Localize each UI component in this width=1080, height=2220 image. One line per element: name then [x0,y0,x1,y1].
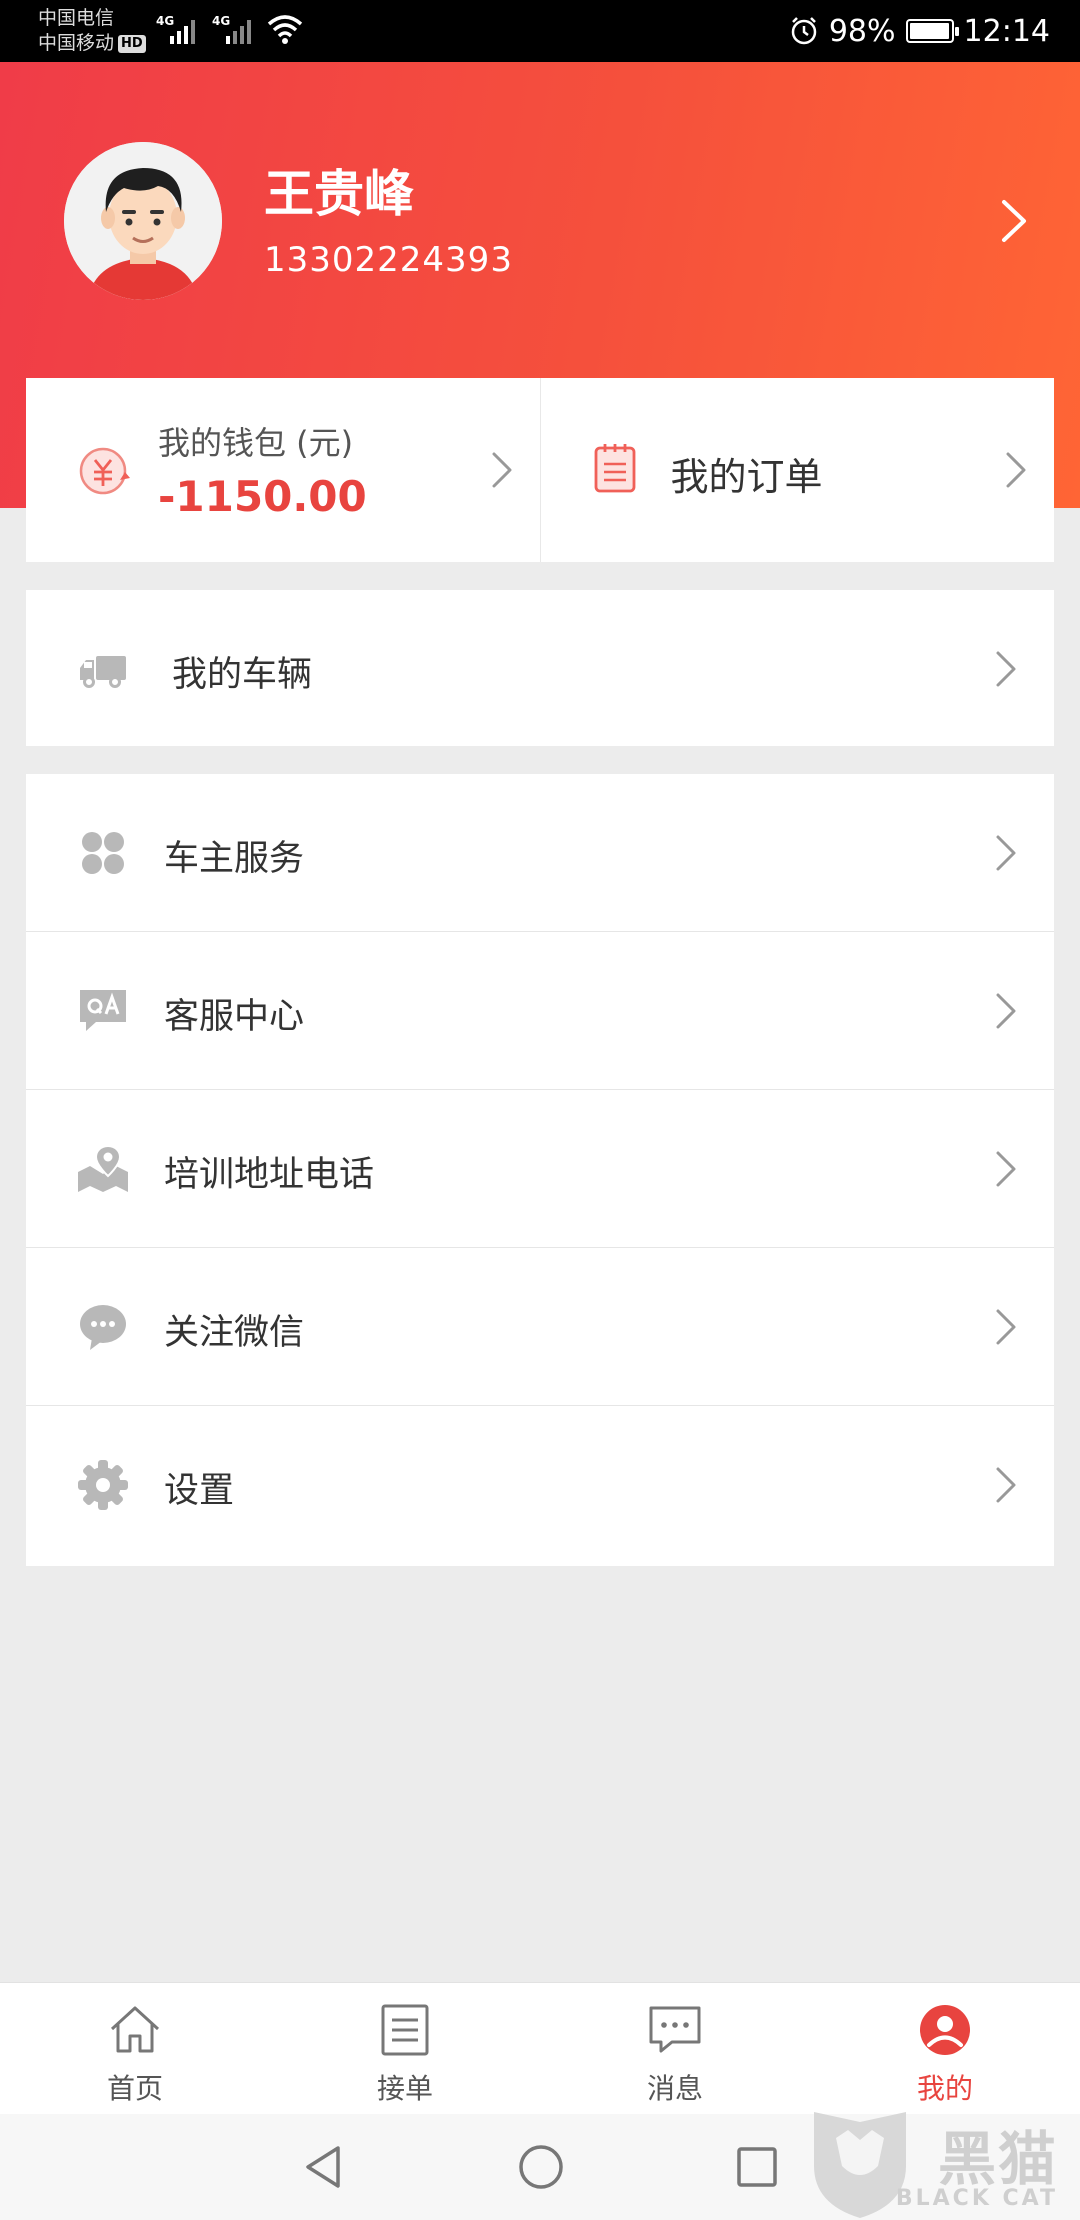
vehicle-card: 我的车辆 [26,590,1054,746]
carrier-info: 中国电信 中国移动 HD [38,6,146,56]
status-right: 98% 12:14 [789,0,1050,62]
chevron-right-icon [1006,452,1026,488]
menu-item-label: 设置 [164,1471,235,1511]
status-bar: 中国电信 中国移动 HD 4G 4G 98% 12:14 [0,0,1080,62]
clipboard-icon [594,444,635,493]
avatar-image [64,142,222,300]
tab-messages[interactable]: 消息 [540,1983,810,2114]
qa-chat-icon [80,990,126,1031]
wallet-orders-card: 我的钱包 (元) -1150.00 我的订单 [26,378,1054,562]
truck-icon [80,656,126,688]
wifi-icon [267,15,303,44]
vehicle-label: 我的车辆 [172,655,313,695]
screen: 中国电信 中国移动 HD 4G 4G 98% 12:14 王贵峰 1330222… [0,0,1080,2220]
tab-label: 接单 [376,2072,433,2105]
battery-level-fill [909,23,949,39]
tab-label: 首页 [106,2072,163,2105]
menu-item-training-address[interactable]: 培训地址电话 [26,1090,1054,1248]
wallet-label: 我的钱包 (元) [158,424,354,462]
grid-icon [82,832,124,874]
tab-mine[interactable]: 我的 [810,1983,1080,2114]
menu-item-label: 客服中心 [164,997,305,1037]
bottom-tab-bar: 首页 接单 消息 我的 [0,1982,1080,2114]
vehicle-row[interactable]: 我的车辆 [26,590,1054,746]
clock: 12:14 [963,13,1050,49]
message-icon [649,2006,701,2053]
list-icon [381,2004,429,2056]
chevron-right-icon [996,835,1016,871]
carrier-2: 中国移动 [38,32,115,54]
menu-item-label: 培训地址电话 [164,1155,375,1195]
menu-item-owner-service[interactable]: 车主服务 [26,774,1054,932]
tab-label: 消息 [646,2072,703,2105]
chevron-right-icon [996,993,1016,1029]
alarm-icon [791,17,817,45]
orders-entry[interactable]: 我的订单 [541,378,1055,562]
chevron-right-icon[interactable] [996,196,1032,246]
watermark-title: 黑猫 [937,2125,1058,2193]
wechat-icon [80,1305,126,1350]
home-circle-icon[interactable] [516,2142,566,2192]
wallet-balance: -1150.00 [158,472,367,521]
menu-card: 车主服务 客服中心 培训地址电话 关注微信 设置 [26,774,1054,1566]
avatar[interactable] [64,142,222,300]
battery-percent: 98% [828,13,896,49]
chevron-right-icon [996,1151,1016,1187]
chevron-right-icon [996,651,1016,687]
menu-item-settings[interactable]: 设置 [26,1406,1054,1564]
tab-home[interactable]: 首页 [0,1983,270,2114]
map-pin-icon [78,1144,128,1192]
chevron-right-icon [996,1309,1016,1345]
menu-item-label: 车主服务 [164,839,305,879]
watermark-subtitle: BLACK CAT [895,2186,1058,2211]
back-icon[interactable] [300,2142,346,2192]
tab-label: 我的 [916,2072,973,2105]
user-phone: 13302224393 [264,240,513,280]
hd-badge: HD [118,34,146,53]
battery-icon [905,19,959,43]
carrier-1: 中国电信 [38,7,115,29]
orders-label: 我的订单 [670,455,823,499]
home-icon [110,2006,160,2053]
menu-item-customer-service[interactable]: 客服中心 [26,932,1054,1090]
user-name: 王贵峰 [264,165,414,223]
chevron-right-icon [492,452,511,488]
wallet-entry[interactable]: 我的钱包 (元) -1150.00 [26,378,540,562]
wallet-coin-icon [79,447,130,495]
profile-icon [920,2005,970,2055]
menu-item-follow-wechat[interactable]: 关注微信 [26,1248,1054,1406]
gear-icon [78,1460,128,1510]
tab-orders[interactable]: 接单 [270,1983,540,2114]
menu-item-label: 关注微信 [164,1313,305,1353]
recents-icon[interactable] [734,2142,780,2192]
chevron-right-icon [996,1467,1016,1503]
